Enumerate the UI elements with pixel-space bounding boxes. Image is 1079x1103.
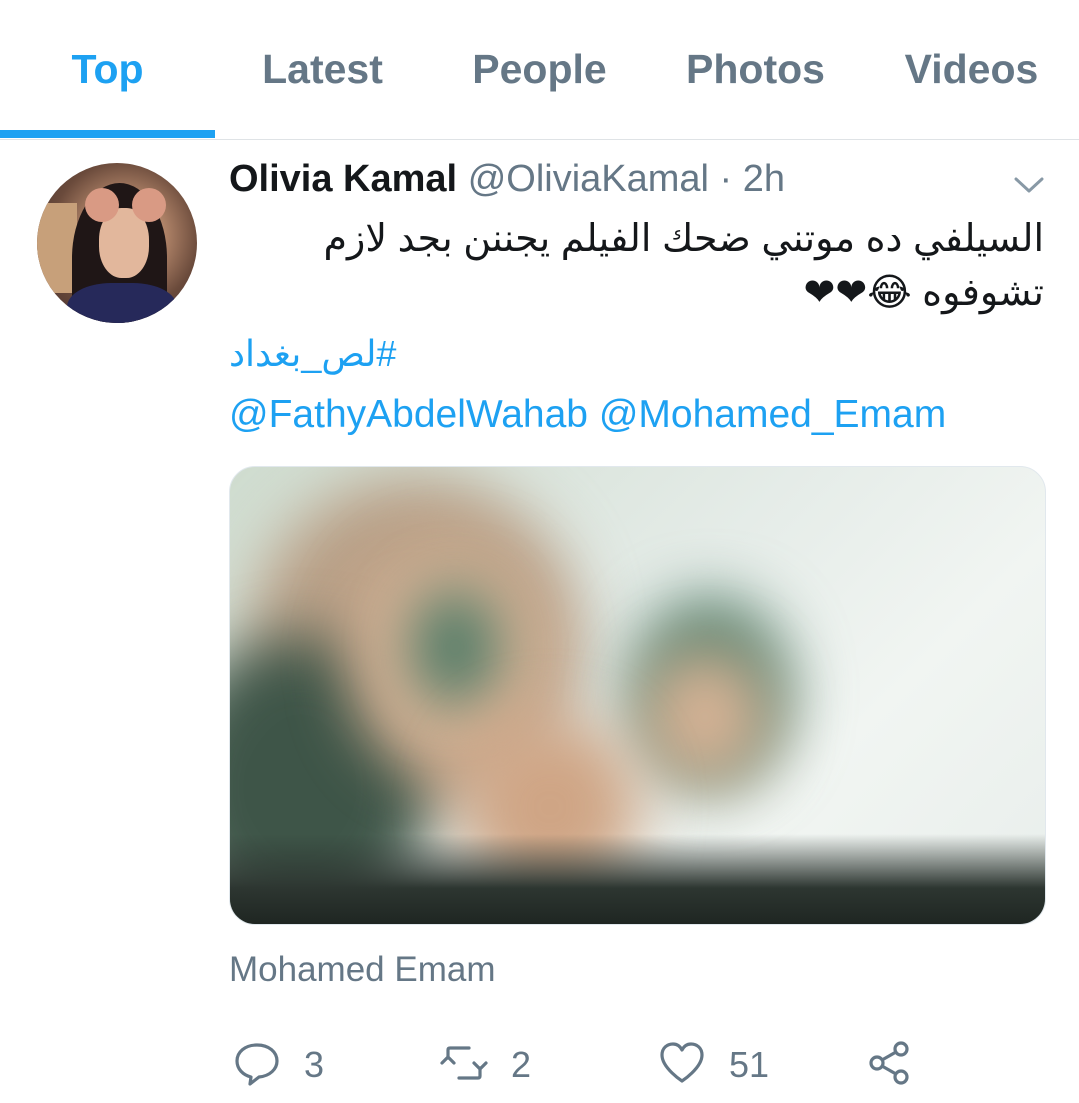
media-dark-edge bbox=[230, 834, 1045, 924]
media-attribution[interactable]: Mohamed Emam bbox=[229, 950, 495, 990]
mention-fathy[interactable]: @FathyAbdelWahab bbox=[229, 393, 588, 436]
tab-top[interactable]: Top bbox=[0, 0, 215, 139]
retweet-icon bbox=[439, 1038, 489, 1093]
tab-photos[interactable]: Photos bbox=[648, 0, 863, 139]
like-count: 51 bbox=[729, 1044, 770, 1085]
tweet-text: السيلفي ده موتني ضحك الفيلم يجننن بجد لا… bbox=[323, 218, 1045, 314]
tweet-media-image[interactable] bbox=[229, 466, 1046, 925]
retweet-count: 2 bbox=[511, 1044, 532, 1085]
active-tab-indicator bbox=[0, 130, 215, 138]
share-button[interactable] bbox=[865, 1035, 915, 1095]
retweet-button[interactable]: 2 bbox=[439, 1035, 531, 1095]
tab-people[interactable]: People bbox=[432, 0, 647, 139]
tweet-actions: 3 2 51 bbox=[229, 1035, 1049, 1095]
author-handle-time: @OliviaKamal · 2h bbox=[467, 158, 786, 200]
chevron-down-icon[interactable] bbox=[1010, 170, 1048, 200]
tab-latest[interactable]: Latest bbox=[215, 0, 430, 139]
reply-button[interactable]: 3 bbox=[232, 1035, 324, 1095]
heart-icon bbox=[657, 1038, 707, 1093]
avatar-filter-ear-right bbox=[132, 188, 166, 222]
tab-videos[interactable]: Videos bbox=[864, 0, 1079, 139]
avatar-body bbox=[67, 283, 177, 323]
tweet-header: Olivia Kamal @OliviaKamal · 2h bbox=[229, 158, 785, 201]
share-icon bbox=[865, 1038, 915, 1093]
reply-icon bbox=[232, 1038, 282, 1093]
author-name[interactable]: Olivia Kamal bbox=[229, 158, 457, 200]
avatar[interactable] bbox=[37, 163, 197, 323]
mentions: @FathyAbdelWahab @Mohamed_Emam bbox=[229, 393, 946, 437]
media-blur-region bbox=[410, 587, 500, 707]
avatar-background bbox=[37, 203, 77, 293]
search-tabs: Top Latest People Photos Videos bbox=[0, 0, 1079, 140]
avatar-filter-ear-left bbox=[85, 188, 119, 222]
mention-mohamed[interactable]: @Mohamed_Emam bbox=[599, 393, 946, 436]
hashtag-link[interactable]: #لص_بغداد bbox=[229, 333, 429, 375]
media-blur-region bbox=[640, 647, 770, 787]
like-button[interactable]: 51 bbox=[657, 1035, 769, 1095]
reply-count: 3 bbox=[304, 1044, 325, 1085]
